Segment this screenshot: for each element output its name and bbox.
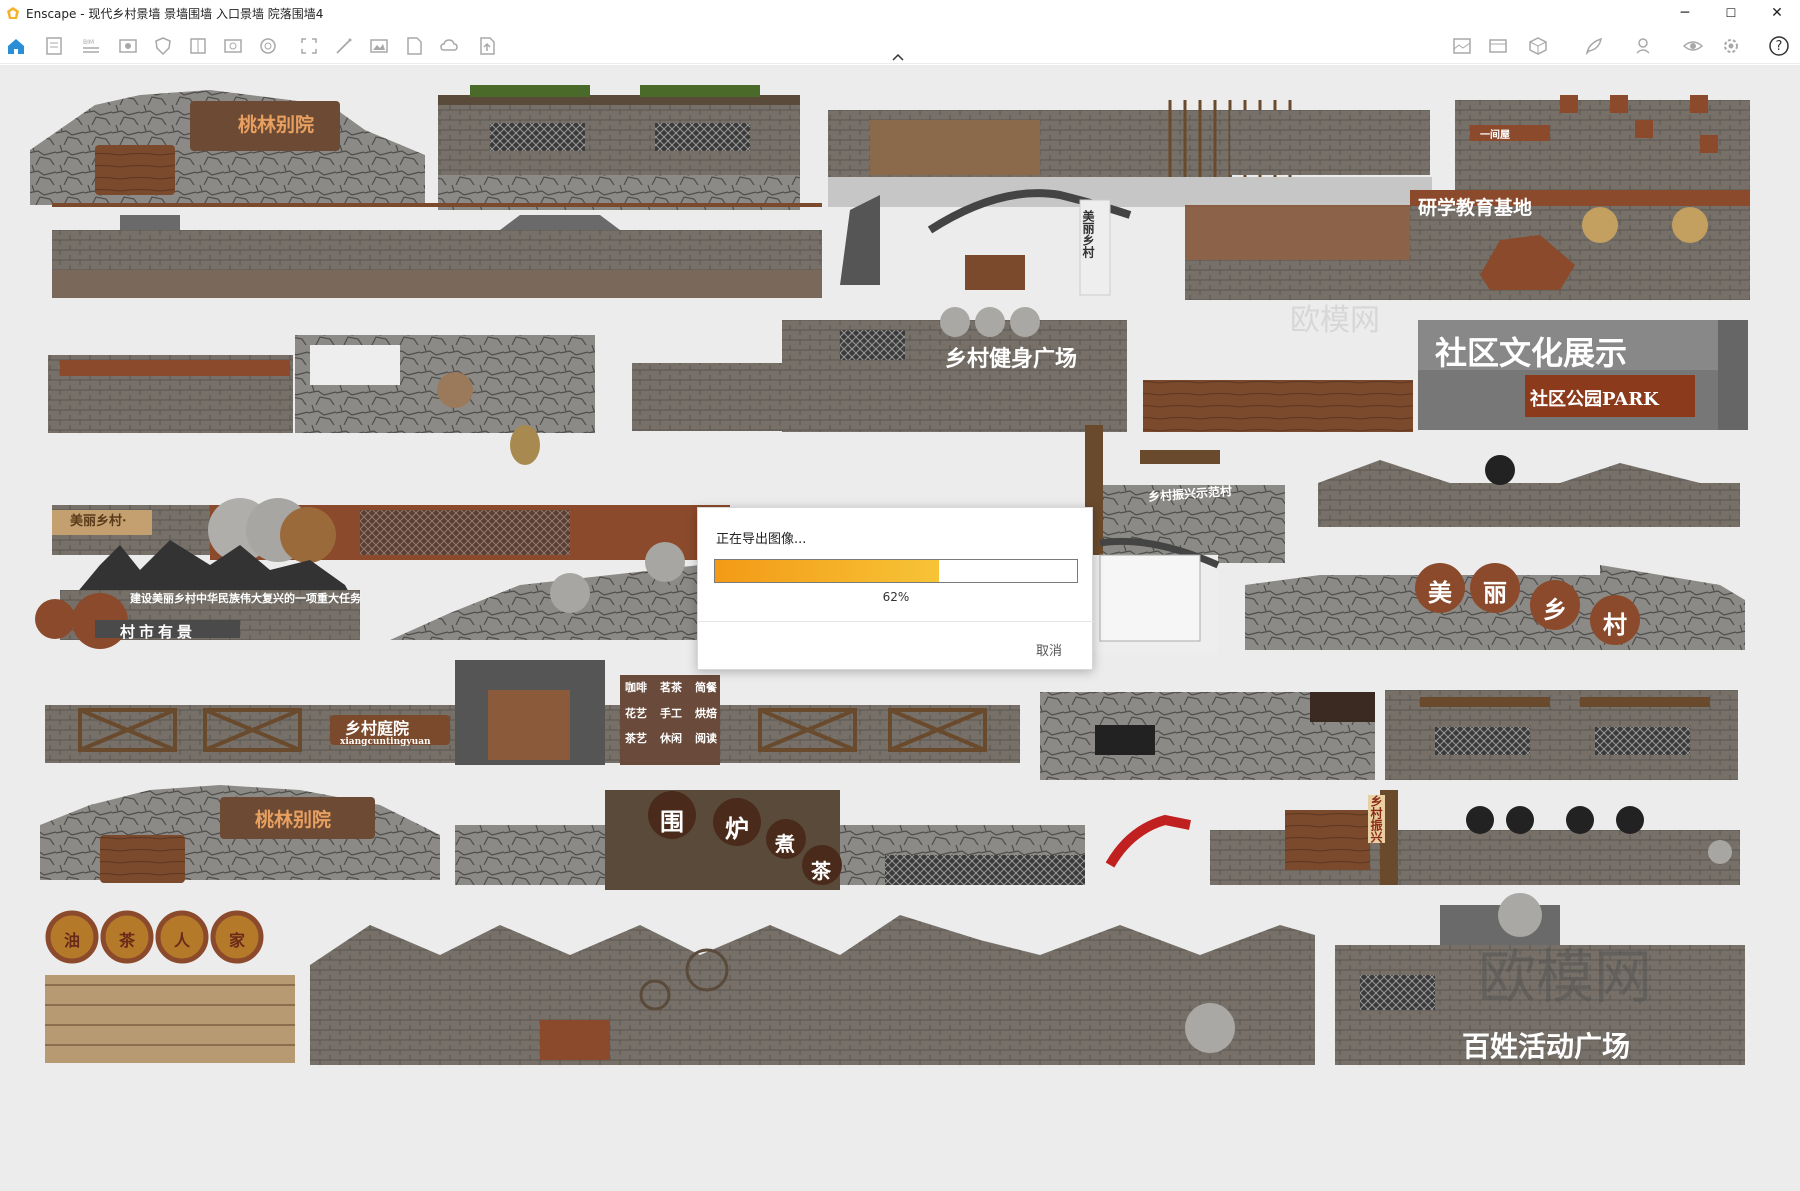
cube-icon[interactable] [1527, 35, 1549, 57]
export-dialog: 正在导出图像... 62% 取消 [697, 507, 1094, 670]
gallery-icon[interactable] [1487, 35, 1509, 57]
sign-menu-yuedu: 阅读 [695, 732, 717, 745]
close-icon: ✕ [1771, 5, 1783, 21]
cloud-icon[interactable] [438, 35, 460, 57]
sign-menu-shougong: 手工 [660, 707, 682, 720]
document-icon[interactable] [43, 35, 65, 57]
bim-icon[interactable]: BIM [80, 35, 102, 57]
upload-icon[interactable] [476, 35, 498, 57]
help-icon: ? [1775, 38, 1783, 54]
sign-xiang: 乡 [1543, 595, 1567, 624]
sign-zhu: 煮 [775, 832, 795, 856]
toolbar: BIM ? [0, 26, 1800, 64]
watermark-text: 欧模网 [1290, 303, 1380, 338]
maximize-icon: ☐ [1725, 6, 1737, 20]
sign-cha: 茶 [811, 859, 831, 883]
panorama-icon[interactable] [1451, 35, 1473, 57]
sign-menu-hongbei: 烘焙 [695, 707, 717, 720]
sign-yanxue: 研学教育基地 [1418, 197, 1533, 219]
sign-cun: 村 [1603, 610, 1627, 639]
minimize-icon: ─ [1680, 5, 1690, 21]
magic-icon[interactable] [333, 35, 355, 57]
sign-jia: 家 [229, 931, 246, 950]
image-icon[interactable] [368, 35, 390, 57]
cancel-button[interactable]: 取消 [1036, 640, 1062, 659]
eye-icon[interactable] [1682, 35, 1704, 57]
sign-mei: 美 [1428, 578, 1452, 607]
title-bar: Enscape - 现代乡村景墙 景墙围墙 入口景墙 院落围墙4 ─ ☐ ✕ [0, 0, 1800, 26]
shield-icon[interactable] [152, 35, 174, 57]
window-title: Enscape - 现代乡村景墙 景墙围墙 入口景墙 院落围墙4 [26, 6, 324, 21]
watermark-url: www.om.cn [835, 335, 939, 356]
sign-xiangcun-zhenxing: 乡村振兴 [1368, 795, 1385, 843]
export-dialog-title: 正在导出图像... [716, 532, 807, 547]
capture-icon[interactable] [298, 35, 320, 57]
link-icon[interactable] [1632, 35, 1654, 57]
close-button[interactable]: ✕ [1754, 0, 1800, 26]
sign-you: 油 [64, 931, 81, 950]
sign-li: 丽 [1483, 578, 1507, 607]
home-icon[interactable] [5, 35, 27, 57]
settings-icon[interactable] [1720, 35, 1742, 57]
sign-shequ-wenhua: 社区文化展示 [1435, 334, 1628, 372]
sign-menu-kafei: 咖啡 [625, 681, 647, 694]
watermark-logo: 欧模网 [1478, 943, 1653, 1011]
sign-meili-vertical: 美丽乡村 [1081, 210, 1095, 258]
sign-ren: 人 [174, 931, 191, 950]
sign-yijianwu: 一间屋 [1480, 130, 1510, 141]
feather-icon[interactable] [1583, 35, 1605, 57]
sign-cunshi: 村市有景 [120, 623, 197, 641]
minimize-button[interactable]: ─ [1662, 0, 1708, 26]
file-icon[interactable] [403, 35, 425, 57]
sign-menu-chayi: 茶艺 [625, 732, 647, 745]
sign-taolin-1: 桃林别院 [238, 114, 315, 136]
enscape-logo-icon [7, 7, 19, 19]
svg-text:BIM: BIM [83, 39, 94, 46]
material-icon[interactable] [257, 35, 279, 57]
export-progress-text: 62% [882, 590, 910, 604]
collapse-toolbar-icon[interactable] [891, 52, 905, 62]
library-icon[interactable] [187, 35, 209, 57]
sign-tingyuan: 乡村庭院 [345, 719, 410, 738]
sign-cha-2: 茶 [119, 931, 136, 950]
sign-tingyuan-pinyin: xiangcuntingyuan [340, 737, 431, 747]
sign-menu-mingcha: 茗茶 [660, 681, 682, 694]
sign-taolin-2: 桃林别院 [255, 809, 332, 831]
sign-baixing-guangchang: 百姓活动广场 [1462, 1030, 1631, 1063]
export-progress-bar [714, 559, 1078, 583]
maximize-button[interactable]: ☐ [1708, 0, 1754, 26]
sign-menu-xiuxian: 休闲 [660, 732, 682, 745]
dialog-divider [698, 621, 1094, 622]
sign-menu-huayi: 花艺 [625, 707, 647, 720]
sign-lu: 炉 [725, 814, 749, 843]
export-progress-fill [715, 560, 940, 582]
sign-menu-jiancan: 简餐 [695, 681, 717, 694]
sign-wei: 围 [660, 807, 684, 836]
sign-slogan: 建设美丽乡村中华民族伟大复兴的一项重大任务 [130, 592, 361, 605]
sign-shequ-park: 社区公园PARK [1530, 389, 1659, 410]
sign-jianshen: 乡村健身广场 [945, 346, 1078, 372]
help-button[interactable]: ? [1768, 35, 1790, 57]
asset-icon[interactable] [222, 35, 244, 57]
view-icon[interactable] [117, 35, 139, 57]
sign-meili-xiangcun: 美丽乡村· [70, 514, 127, 529]
